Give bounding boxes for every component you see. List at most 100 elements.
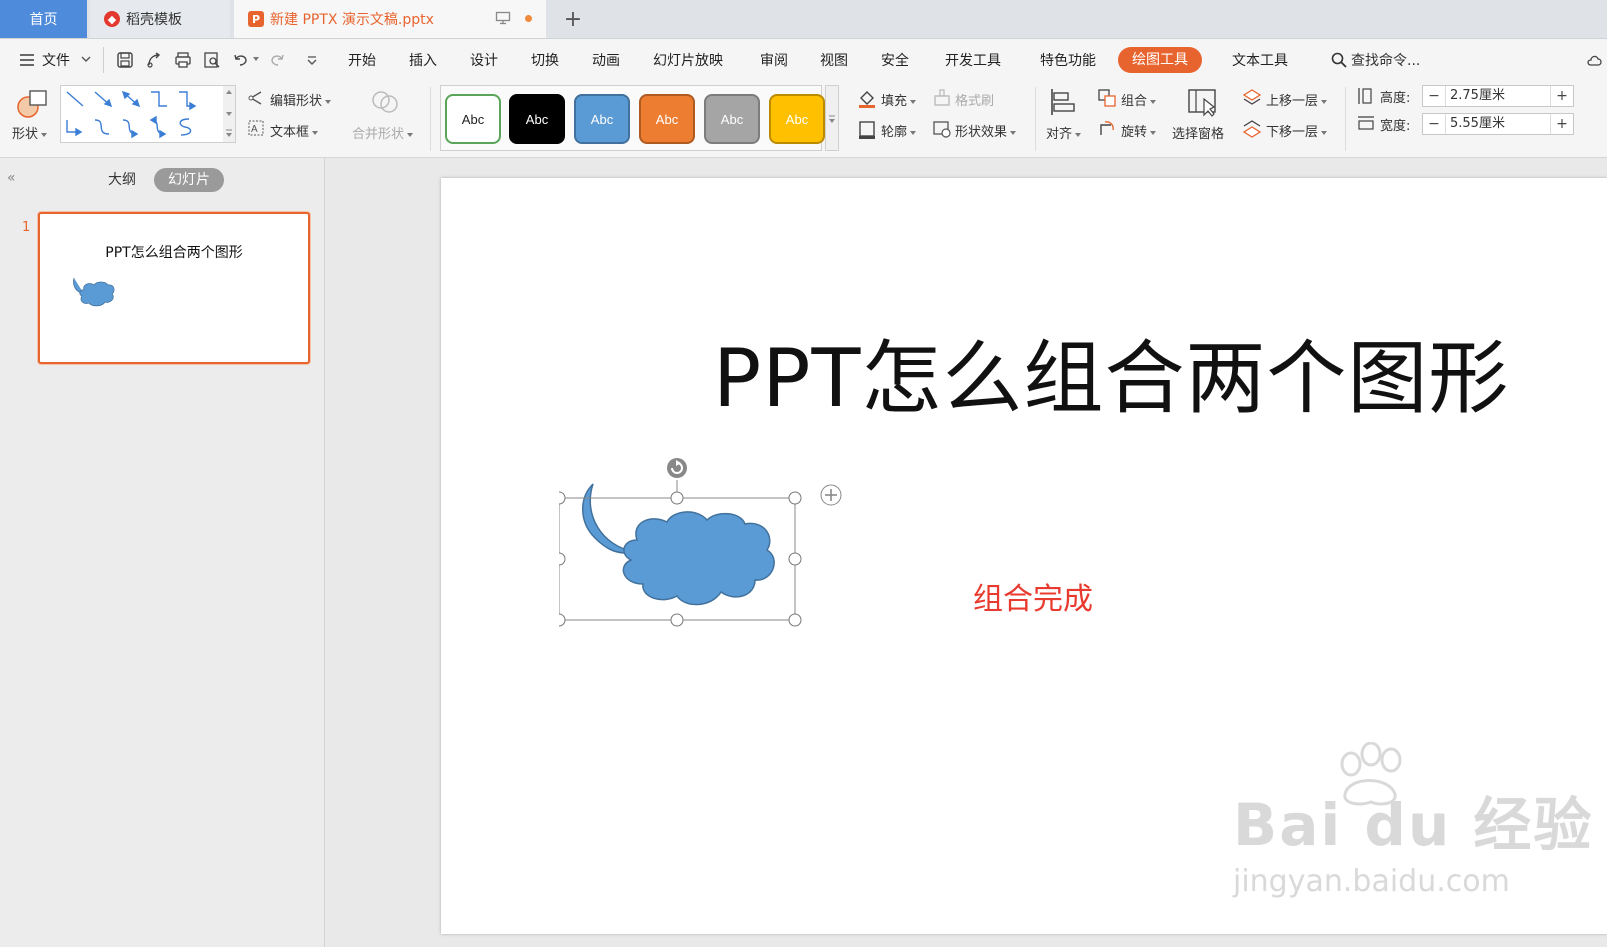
menu-slideshow[interactable]: 幻灯片放映 (653, 50, 723, 70)
selection-pane-icon[interactable] (1186, 87, 1218, 119)
undo-icon[interactable] (232, 51, 250, 69)
shape-style-orange[interactable]: Abc (639, 94, 695, 144)
menu-review[interactable]: 审阅 (760, 50, 788, 70)
text-box-icon[interactable]: A (247, 119, 265, 137)
watermark-url: jingyan.baidu.com (1233, 864, 1510, 899)
shape-style-gray[interactable]: Abc (704, 94, 760, 144)
group-button[interactable]: 组合 (1121, 90, 1157, 109)
line-shapes-icon (66, 90, 197, 139)
menu-design[interactable]: 设计 (470, 50, 498, 70)
group-icon[interactable] (1097, 88, 1117, 108)
style-gallery-scroll[interactable] (825, 85, 839, 151)
edit-shape-label: 编辑形状 (270, 94, 323, 109)
shapes-label: 形状 (12, 127, 39, 142)
fill-button[interactable]: 填充 (881, 90, 917, 109)
shape-style-gold[interactable]: Abc (769, 94, 825, 144)
bring-forward-button[interactable]: 上移一层 (1266, 90, 1328, 109)
format-painter-button[interactable]: 格式刷 (955, 90, 994, 109)
width-decrease-button[interactable]: − (1423, 116, 1445, 132)
outline-button[interactable]: 轮廓 (881, 121, 917, 140)
send-backward-icon[interactable] (1242, 119, 1262, 139)
style-label: Abc (461, 111, 485, 127)
menu-home[interactable]: 开始 (348, 50, 376, 70)
edit-shape-icon[interactable] (247, 89, 265, 107)
width-icon (1358, 116, 1374, 130)
tab-home[interactable]: 首页 (0, 0, 87, 38)
new-tab-button[interactable]: + (560, 6, 586, 32)
fill-icon[interactable] (857, 88, 877, 108)
selection-pane-button[interactable]: 选择窗格 (1172, 123, 1224, 142)
send-backward-button[interactable]: 下移一层 (1266, 121, 1328, 140)
print-icon[interactable] (174, 51, 192, 69)
shapes-icon[interactable] (16, 87, 50, 119)
menu-animation[interactable]: 动画 (592, 50, 620, 70)
shape-effect-icon[interactable] (932, 119, 952, 139)
rotate-button[interactable]: 旋转 (1121, 121, 1157, 140)
tab-slides[interactable]: 幻灯片 (154, 168, 224, 192)
tab-template[interactable]: ◆ 稻壳模板 (90, 0, 230, 38)
slide-title[interactable]: PPT怎么组合两个图形 (713, 314, 1509, 430)
width-input[interactable]: 5.55厘米 (1445, 114, 1551, 134)
height-increase-button[interactable]: + (1551, 88, 1573, 104)
baidu-watermark: Bai du 经验 jingyan.baidu.com (1233, 742, 1593, 899)
height-decrease-button[interactable]: − (1423, 88, 1445, 104)
shape-style-white[interactable]: Abc (445, 94, 501, 144)
quick-add-icon[interactable] (820, 484, 842, 506)
height-label: 高度: (1380, 91, 1411, 106)
merge-shapes-button[interactable]: 合并形状 (352, 123, 414, 142)
save-icon[interactable] (116, 51, 134, 69)
slide-canvas[interactable]: PPT怎么组合两个图形 组合完成 Bai du 经验 jingyan.baidu… (441, 178, 1607, 934)
menu-insert[interactable]: 插入 (409, 50, 437, 70)
rotate-icon[interactable] (1097, 119, 1117, 139)
height-input[interactable]: 2.75厘米 (1445, 86, 1551, 106)
customize-toolbar-icon[interactable] (303, 51, 321, 69)
docer-logo-icon: ◆ (104, 11, 120, 27)
tab-document[interactable]: P 新建 PPTX 演示文稿.pptx (234, 0, 546, 38)
menu-text-tools[interactable]: 文本工具 (1232, 50, 1288, 70)
style-label: Abc (590, 111, 614, 127)
menu-file[interactable]: 文件 (42, 50, 70, 70)
tab-outline[interactable]: 大纲 (108, 168, 136, 192)
align-button[interactable]: 对齐 (1046, 123, 1082, 142)
collapse-panel-icon[interactable]: « (7, 170, 16, 186)
cloud-icon[interactable] (1586, 51, 1604, 69)
search-icon[interactable] (1330, 51, 1348, 69)
rotate-handle-icon[interactable] (667, 458, 687, 478)
tab-template-label: 稻壳模板 (126, 12, 182, 28)
menu-view[interactable]: 视图 (820, 50, 848, 70)
svg-text:A: A (251, 124, 258, 135)
align-icon[interactable] (1048, 87, 1078, 117)
edit-shape-button[interactable]: 编辑形状 (270, 90, 332, 109)
tab-bar: 首页 ◆ 稻壳模板 P 新建 PPTX 演示文稿.pptx + (0, 0, 1607, 39)
width-label: 宽度: (1380, 119, 1411, 134)
print-preview-icon[interactable] (203, 51, 221, 69)
format-painter-icon[interactable] (932, 88, 952, 108)
slide-caption[interactable]: 组合完成 (973, 574, 1093, 618)
menu-security[interactable]: 安全 (881, 50, 909, 70)
line-shape-gallery[interactable] (60, 85, 224, 143)
shape-style-blue[interactable]: Abc (574, 94, 630, 144)
menu-drawing-tools[interactable]: 绘图工具 (1118, 47, 1202, 73)
search-commands-input[interactable]: 查找命令... (1351, 50, 1420, 70)
export-icon[interactable] (145, 51, 163, 69)
shape-effect-button[interactable]: 形状效果 (955, 121, 1017, 140)
menu-special-features[interactable]: 特色功能 (1040, 50, 1096, 70)
monitor-icon[interactable] (495, 11, 511, 25)
shape-style-black[interactable]: Abc (509, 94, 565, 144)
shapes-button[interactable]: 形状 (12, 123, 48, 142)
slide-thumbnail-1[interactable]: PPT怎么组合两个图形 (38, 212, 310, 364)
width-increase-button[interactable]: + (1551, 116, 1573, 132)
menu-developer[interactable]: 开发工具 (945, 50, 1001, 70)
redo-icon[interactable] (268, 51, 286, 69)
gallery-scroll[interactable] (223, 85, 236, 143)
bring-forward-icon[interactable] (1242, 88, 1262, 108)
merge-shapes-icon[interactable] (370, 87, 400, 117)
chevron-down-icon[interactable] (80, 53, 92, 65)
undo-dropdown-icon[interactable] (252, 55, 260, 63)
style-label: Abc (655, 111, 679, 127)
text-box-button[interactable]: 文本框 (270, 121, 319, 140)
hamburger-menu-icon[interactable] (18, 51, 36, 69)
menu-transitions[interactable]: 切换 (531, 50, 559, 70)
grouped-shape[interactable] (559, 458, 849, 643)
outline-icon[interactable] (857, 119, 877, 139)
